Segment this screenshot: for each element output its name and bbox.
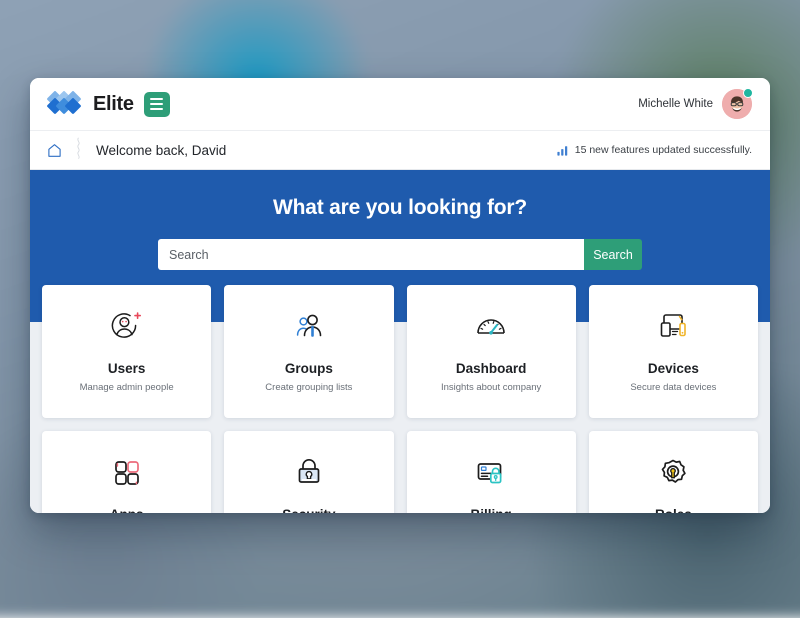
card-dashboard[interactable]: Dashboard Insights about company: [406, 285, 576, 418]
card-billing[interactable]: Billing: [406, 431, 576, 513]
credit-card-lock-icon: [473, 453, 509, 493]
apps-grid-icon: [109, 453, 145, 493]
devices-icon: [655, 307, 691, 347]
speedometer-icon: [473, 307, 509, 347]
card-groups[interactable]: Groups Create grouping lists: [224, 285, 394, 418]
app-window: Elite Michelle White Welcome back, David…: [30, 78, 770, 513]
hero-title: What are you looking for?: [272, 196, 527, 219]
cards-grid-wrapper: Users Manage admin people Groups Create …: [30, 285, 770, 513]
brand-name: Elite: [93, 92, 134, 115]
card-subtitle: Create grouping lists: [265, 382, 353, 393]
card-security[interactable]: Security: [224, 431, 394, 513]
padlock-icon: [291, 453, 327, 493]
hamburger-line: [150, 98, 164, 101]
user-menu[interactable]: Michelle White: [638, 88, 753, 119]
card-devices[interactable]: Devices Secure data devices: [588, 285, 758, 418]
user-add-icon: [109, 307, 145, 347]
hamburger-line: [150, 103, 164, 105]
card-title: Users: [107, 361, 146, 376]
cards-grid-row-1: Users Manage admin people Groups Create …: [42, 285, 758, 418]
bar-chart-icon: [557, 145, 567, 156]
gear-wrench-icon: [655, 453, 691, 493]
diamond-cluster-logo-icon: [47, 91, 81, 114]
online-status-dot-icon: [743, 88, 753, 98]
card-title: Apps: [110, 507, 144, 513]
card-subtitle: Secure data devices: [630, 382, 717, 393]
avatar[interactable]: [722, 88, 753, 119]
welcome-message: Welcome back, David: [96, 142, 227, 158]
welcome-bar: Welcome back, David 15 new features upda…: [30, 131, 770, 170]
card-subtitle: Insights about company: [440, 382, 542, 393]
card-users[interactable]: Users Manage admin people: [42, 285, 212, 418]
group-people-icon: [291, 307, 327, 347]
card-title: Billing: [471, 507, 512, 513]
card-apps[interactable]: Apps: [42, 431, 212, 513]
search-button[interactable]: Search: [584, 239, 642, 270]
hamburger-line: [150, 107, 164, 110]
search-bar: Search: [158, 239, 642, 270]
notification-text: 15 new features updated successfully.: [574, 144, 752, 156]
home-icon[interactable]: [46, 142, 63, 159]
brand-logo[interactable]: Elite: [46, 90, 134, 118]
notification-banner[interactable]: 15 new features updated successfully.: [556, 144, 752, 157]
card-title: Groups: [284, 361, 333, 376]
top-bar: Elite Michelle White: [30, 78, 770, 131]
card-title: Devices: [647, 361, 699, 376]
card-roles[interactable]: Roles: [588, 431, 758, 513]
hamburger-menu-button[interactable]: [143, 91, 170, 117]
squiggle-divider-icon: [77, 137, 80, 159]
user-name: Michelle White: [638, 98, 713, 110]
card-title: Dashboard: [455, 361, 527, 376]
search-input[interactable]: [158, 239, 584, 270]
card-title: Roles: [655, 507, 692, 513]
card-title: Security: [282, 507, 335, 513]
card-subtitle: Manage admin people: [79, 382, 174, 393]
cards-grid-row-2: Apps Security: [42, 431, 758, 513]
